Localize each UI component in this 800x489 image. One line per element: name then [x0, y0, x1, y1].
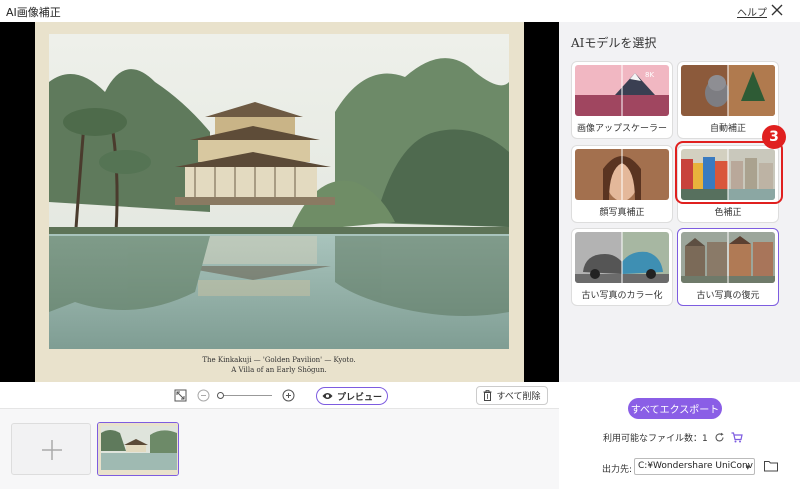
- step-badge: 3: [762, 125, 786, 149]
- delete-all-label: すべて削除: [496, 392, 541, 402]
- film-thumbnail[interactable]: [97, 422, 179, 476]
- model-label: 顔写真補正: [599, 208, 645, 218]
- face-thumbnail: [575, 149, 669, 200]
- model-label: 画像アップスケーラー: [576, 124, 667, 134]
- svg-text:8K: 8K: [645, 71, 654, 79]
- model-card-face[interactable]: 顔写真補正: [571, 145, 673, 223]
- preview-photo: The Kinkakuji — 'Golden Pavilion' — Kyot…: [35, 22, 524, 382]
- model-label: 色補正: [714, 208, 742, 218]
- restore-thumbnail: [681, 232, 775, 283]
- model-card-restore[interactable]: 古い写真の復元: [677, 228, 779, 306]
- upscaler-thumbnail: 8K: [575, 65, 669, 116]
- plus-icon: [42, 440, 62, 460]
- kinkakuji-photo: The Kinkakuji — 'Golden Pavilion' — Kyot…: [35, 22, 524, 382]
- model-label: 古い写真のカラー化: [581, 291, 663, 301]
- model-label: 古い写真の復元: [696, 291, 760, 301]
- zoom-in-icon[interactable]: [282, 389, 295, 402]
- help-link[interactable]: ヘルプ: [737, 4, 767, 19]
- model-card-auto[interactable]: 自動補正: [677, 61, 779, 139]
- preview-toolbar: プレビュー すべて削除: [0, 382, 559, 409]
- caption-line-1: The Kinkakuji — 'Golden Pavilion' — Kyot…: [202, 356, 355, 364]
- folder-icon[interactable]: [764, 460, 778, 472]
- model-card-colorize[interactable]: 古い写真のカラー化: [571, 228, 673, 306]
- trash-icon: [483, 390, 492, 401]
- cart-icon[interactable]: [731, 432, 743, 443]
- model-card-upscaler[interactable]: 8K 画像アップスケーラー: [571, 61, 673, 139]
- export-all-button[interactable]: すべてエクスポート: [628, 398, 722, 419]
- model-heading: AIモデルを選択: [571, 36, 657, 50]
- zoom-out-icon[interactable]: [197, 389, 210, 402]
- window-title: AI画像補正: [6, 6, 61, 19]
- close-icon[interactable]: [770, 3, 784, 17]
- fit-screen-icon[interactable]: [174, 389, 187, 402]
- app-window: AI画像補正 ヘルプ The Kinkakuji — 'Golden Pavil…: [0, 0, 800, 489]
- available-files-row: 利用可能なファイル数：1: [603, 431, 743, 444]
- zoom-slider-track[interactable]: [220, 395, 272, 396]
- image-preview: The Kinkakuji — 'Golden Pavilion' — Kyot…: [0, 22, 559, 382]
- output-path-select[interactable]: C:¥Wondershare UniConv ▾: [634, 458, 755, 475]
- export-panel: すべてエクスポート 利用可能なファイル数：1 出力先: C:¥Wondersha…: [559, 382, 800, 489]
- output-label: 出力先:: [602, 465, 633, 475]
- output-path-value: C:¥Wondershare UniConv: [638, 461, 753, 471]
- available-files-label: 利用可能なファイル数：1: [603, 434, 708, 444]
- caption-line-2: A Villa of an Early Shōgun.: [230, 366, 327, 374]
- filmstrip: [0, 409, 559, 489]
- auto-thumbnail: [681, 65, 775, 116]
- refresh-icon[interactable]: [714, 432, 725, 443]
- add-image-button[interactable]: [11, 423, 91, 475]
- zoom-slider-thumb[interactable]: [217, 392, 224, 399]
- title-bar: AI画像補正 ヘルプ: [0, 0, 800, 22]
- preview-button[interactable]: プレビュー: [316, 387, 388, 405]
- chevron-down-icon: ▾: [745, 463, 750, 473]
- step-highlight: [675, 141, 783, 204]
- preview-label: プレビュー: [336, 392, 382, 403]
- delete-all-button[interactable]: すべて削除: [476, 386, 548, 405]
- eye-icon: [322, 393, 333, 399]
- colorize-thumbnail: [575, 232, 669, 283]
